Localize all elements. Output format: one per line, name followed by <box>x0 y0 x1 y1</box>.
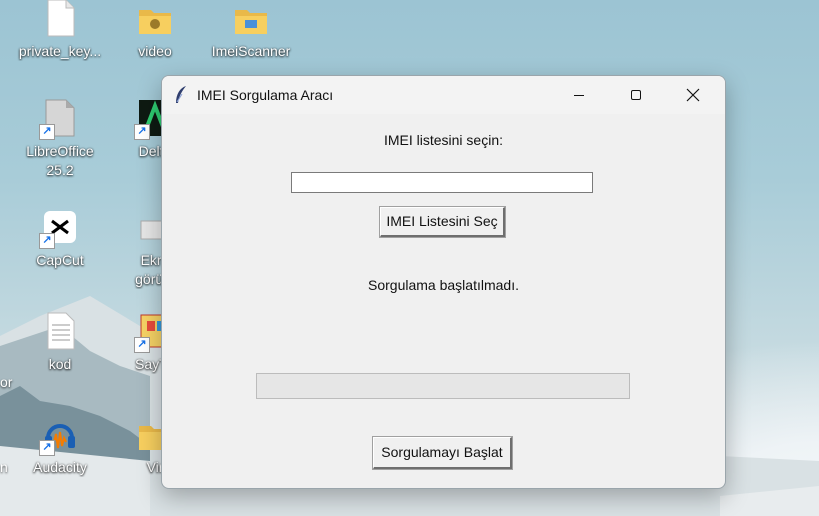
desktop-icon-libreoffice[interactable]: ↗ LibreOffice 25.2 <box>12 98 108 180</box>
desktop-edge-label: n <box>0 459 8 475</box>
audacity-icon: ↗ <box>39 414 78 456</box>
minimize-button[interactable] <box>556 76 602 114</box>
maximize-button[interactable] <box>613 76 659 114</box>
libreoffice-icon: ↗ <box>39 98 78 140</box>
window-client-area: IMEI listesini seçin: IMEI Listesini Seç… <box>162 114 725 488</box>
shortcut-arrow-icon: ↗ <box>39 233 55 249</box>
select-imei-list-button[interactable]: IMEI Listesini Seç <box>379 206 506 238</box>
desktop-icon-imeiscanner[interactable]: ImeiScanner <box>203 0 299 61</box>
desktop-icon-video[interactable]: video <box>107 0 203 61</box>
desktop-icon-capcut[interactable]: ↗ CapCut <box>12 207 108 270</box>
shortcut-arrow-icon: ↗ <box>39 440 55 456</box>
shortcut-arrow-icon: ↗ <box>134 337 150 353</box>
shortcut-arrow-icon: ↗ <box>39 124 55 140</box>
desktop-icon-kod[interactable]: kod <box>12 311 108 374</box>
file-path-input[interactable] <box>291 172 593 193</box>
desktop-icon-audacity[interactable]: ↗ Audacity <box>12 414 108 477</box>
shortcut-arrow-icon: ↗ <box>134 124 150 140</box>
window-title: IMEI Sorgulama Aracı <box>197 87 334 103</box>
minimize-icon <box>574 95 584 96</box>
status-label: Sorgulama başlatılmadı. <box>368 277 519 293</box>
file-prompt-label: IMEI listesini seçin: <box>383 132 504 148</box>
window-titlebar[interactable]: IMEI Sorgulama Aracı <box>162 76 725 114</box>
start-query-button[interactable]: Sorgulamayı Başlat <box>372 436 513 470</box>
desktop-edge-label: or <box>0 374 13 390</box>
maximize-icon <box>631 90 641 100</box>
folder-icon <box>233 0 269 38</box>
file-icon <box>42 0 78 38</box>
close-icon <box>686 88 700 102</box>
folder-icon <box>137 0 173 38</box>
progress-bar <box>256 373 630 399</box>
feather-icon <box>174 85 188 105</box>
close-button[interactable] <box>670 76 716 114</box>
capcut-icon: ↗ <box>39 207 78 249</box>
desktop-icon-private-key[interactable]: private_key... <box>12 0 108 61</box>
text-file-icon <box>42 311 78 351</box>
app-window: IMEI Sorgulama Aracı IMEI listesini seçi… <box>161 75 726 489</box>
